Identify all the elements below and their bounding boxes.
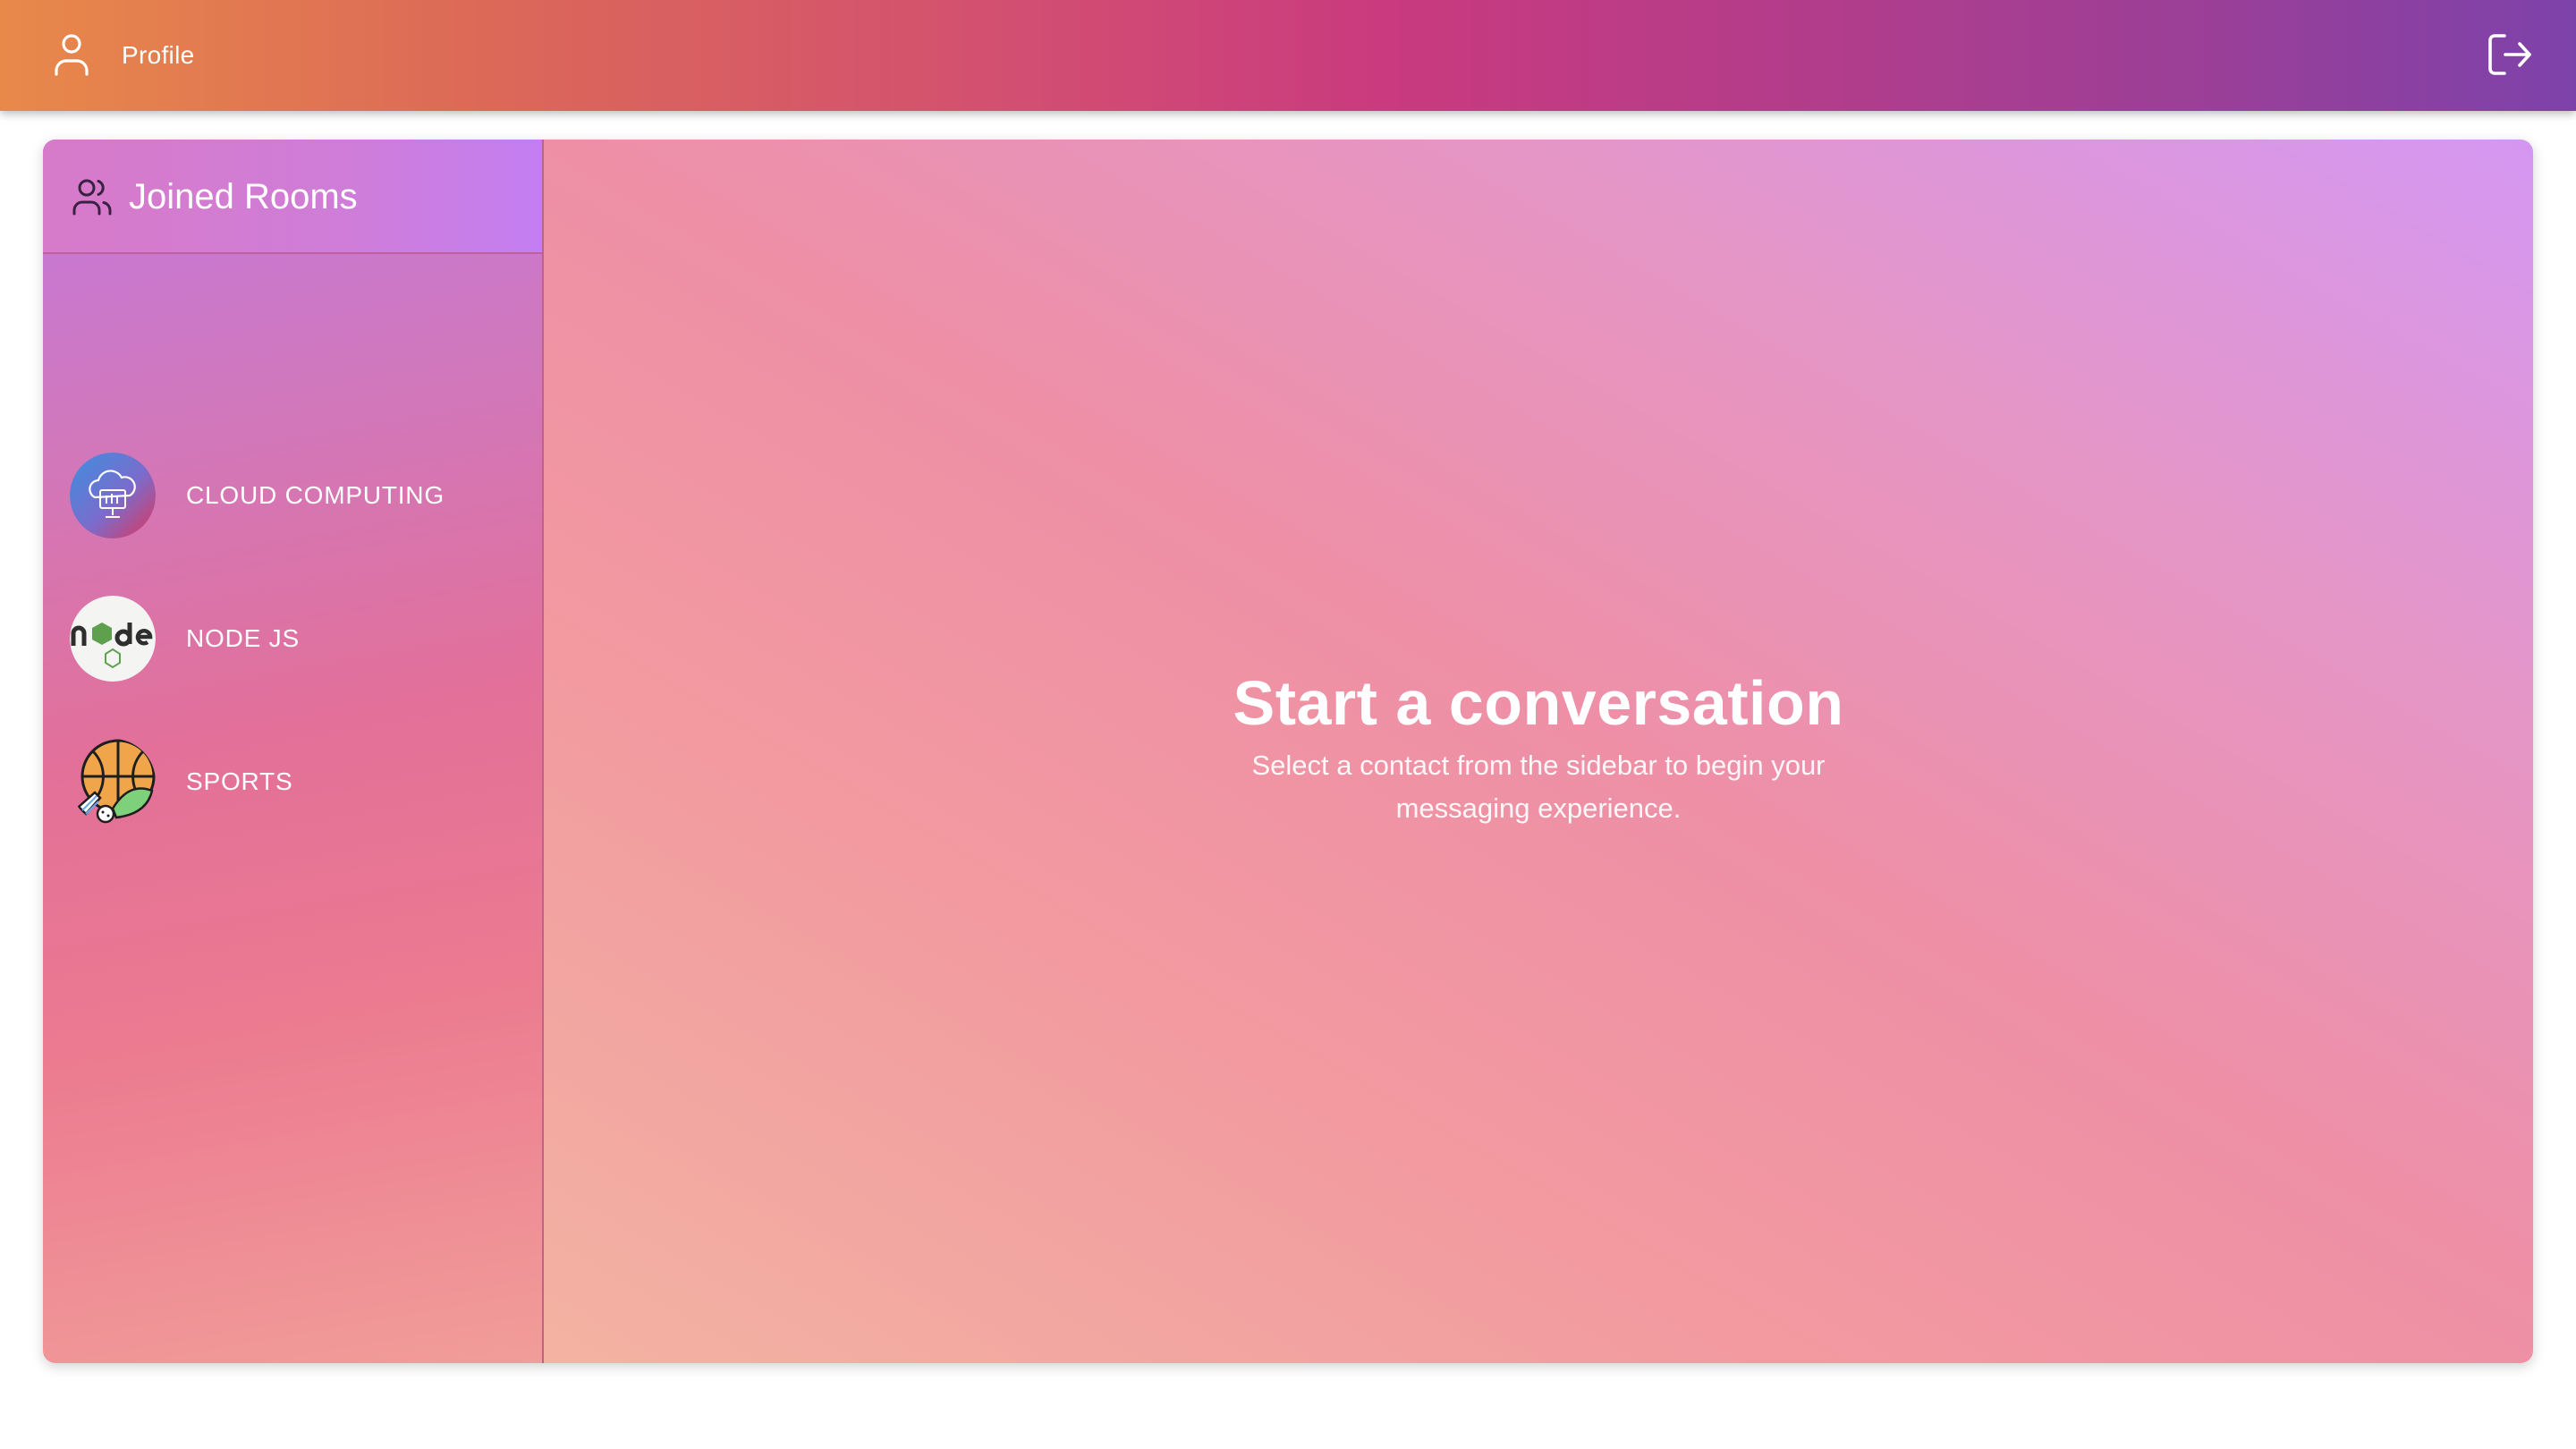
sidebar: Joined Rooms CLOUD COMPUTING NODE JS SPO… [43, 140, 544, 1363]
room-item-node-js[interactable]: NODE JS [70, 594, 517, 683]
chat-card: Joined Rooms CLOUD COMPUTING NODE JS SPO… [43, 140, 2533, 1363]
user-icon [55, 34, 89, 76]
users-icon [72, 179, 112, 216]
chat-area: Start a conversation Select a contact fr… [544, 140, 2533, 1363]
logout-button[interactable] [2487, 32, 2535, 77]
cloud-computing-avatar [70, 453, 156, 538]
room-name: NODE JS [186, 624, 300, 652]
nodejs-logo-avatar [70, 596, 156, 682]
room-name: CLOUD COMPUTING [186, 481, 445, 509]
room-item-sports[interactable]: SPORTS [70, 737, 517, 826]
profile-label: Profile [122, 41, 195, 69]
room-name: SPORTS [186, 767, 293, 795]
sidebar-title: Joined Rooms [129, 177, 358, 216]
logout-icon [2488, 34, 2531, 75]
sports-avatar [70, 739, 156, 825]
empty-state-subtitle: Select a contact from the sidebar to beg… [1251, 750, 1826, 824]
top-bar: Profile [0, 0, 2576, 111]
sidebar-header: Joined Rooms [43, 140, 542, 254]
profile-button[interactable]: Profile [52, 32, 194, 79]
empty-state-title: Start a conversation [1233, 668, 1844, 738]
room-item-cloud-computing[interactable]: CLOUD COMPUTING [70, 451, 517, 540]
